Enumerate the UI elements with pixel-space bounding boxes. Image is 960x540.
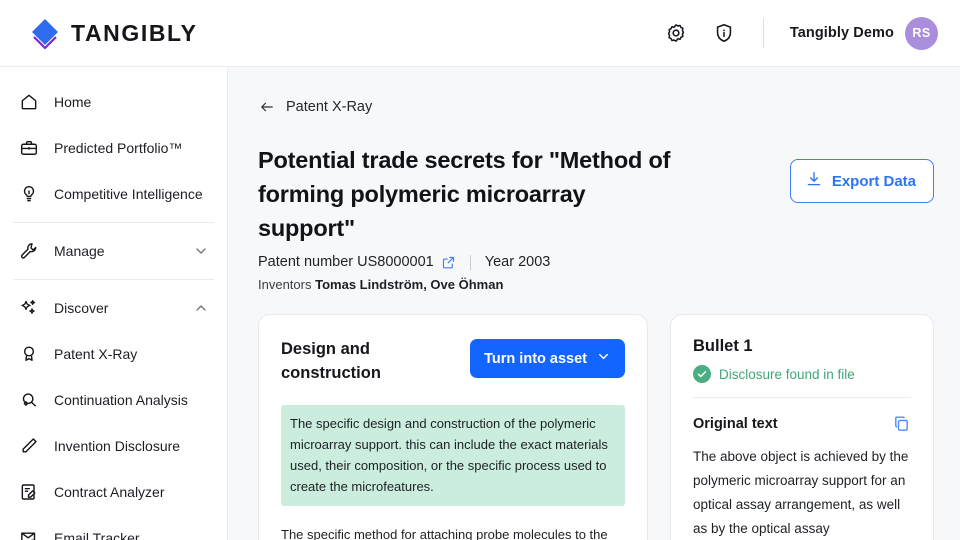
turn-into-asset-label: Turn into asset (484, 351, 587, 367)
sidebar-label: Patent X-Ray (54, 346, 137, 362)
sidebar-label: Manage (54, 243, 105, 259)
patent-year: Year 2003 (485, 254, 551, 270)
account-menu[interactable]: Tangibly Demo RS (790, 17, 938, 50)
next-trade-secret-text: The specific method for attaching probe … (281, 524, 625, 540)
gear-icon[interactable] (663, 20, 689, 46)
download-icon (805, 170, 823, 192)
disclosure-status: Disclosure found in file (693, 365, 911, 383)
check-circle-icon (693, 365, 711, 383)
award-icon (18, 344, 39, 365)
sidebar-item-invention-disclosure[interactable]: Invention Disclosure (0, 423, 227, 469)
disclosure-status-label: Disclosure found in file (719, 367, 855, 382)
inventors-row: Inventors Tomas Lindström, Ove Öhman (258, 277, 934, 292)
body: Home Predicted Portfolio™ (0, 67, 960, 540)
sidebar-label: Email Tracker (54, 530, 140, 540)
sidebar-label: Home (54, 94, 91, 110)
search-diamond-icon (18, 390, 39, 411)
card-divider (693, 397, 911, 398)
sidebar-label: Predicted Portfolio™ (54, 140, 182, 156)
page-title: Potential trade secrets for "Method of f… (258, 143, 678, 245)
copy-icon[interactable] (892, 414, 911, 433)
sidebar-item-patent-x-ray[interactable]: Patent X-Ray (0, 331, 227, 377)
export-data-button[interactable]: Export Data (790, 159, 934, 203)
sidebar-label: Contract Analyzer (54, 484, 165, 500)
trade-secret-card-header: Design and construction Turn into asset (281, 337, 625, 385)
pencil-icon (18, 436, 39, 457)
wrench-icon (18, 241, 39, 262)
briefcase-icon (18, 138, 39, 159)
patent-meta: Patent number US8000001 Year 2003 (258, 254, 934, 270)
sidebar-item-home[interactable]: Home (0, 79, 227, 125)
cards-row: Design and construction Turn into asset … (258, 314, 934, 540)
lightbulb-icon (18, 184, 39, 205)
sidebar-item-contract-analyzer[interactable]: Contract Analyzer (0, 469, 227, 515)
account-name: Tangibly Demo (790, 25, 894, 41)
trade-secret-title: Design and construction (281, 337, 431, 385)
inventors-names: Tomas Lindström, Ove Öhman (315, 277, 503, 292)
sidebar-label: Discover (54, 300, 108, 316)
sidebar-item-email-tracker[interactable]: Email Tracker (0, 515, 227, 540)
export-data-label: Export Data (832, 173, 916, 190)
breadcrumb: Patent X-Ray (258, 93, 934, 121)
sidebar-label: Invention Disclosure (54, 438, 180, 454)
brand-name: TANGIBLY (71, 20, 198, 47)
top-bar-divider (763, 18, 764, 48)
home-icon (18, 92, 39, 113)
sidebar: Home Predicted Portfolio™ (0, 67, 228, 540)
sidebar-item-continuation-analysis[interactable]: Continuation Analysis (0, 377, 227, 423)
top-bar: TANGIBLY Tangibly Demo RS (0, 0, 960, 67)
original-text-title: Original text (693, 416, 778, 432)
patent-number: Patent number US8000001 (258, 254, 434, 270)
sidebar-group-discover[interactable]: Discover (0, 285, 227, 331)
highlighted-trade-secret-text: The specific design and construction of … (281, 405, 625, 506)
sidebar-item-competitive-intelligence[interactable]: Competitive Intelligence (0, 171, 227, 217)
original-text-body: The above object is achieved by the poly… (693, 445, 911, 540)
avatar[interactable]: RS (905, 17, 938, 50)
breadcrumb-label: Patent X-Ray (286, 99, 372, 115)
sidebar-label: Continuation Analysis (54, 392, 188, 408)
top-bar-right: Tangibly Demo RS (663, 17, 938, 50)
brand-logo[interactable]: TANGIBLY (28, 16, 198, 50)
sidebar-group-manage[interactable]: Manage (0, 228, 227, 274)
turn-into-asset-button[interactable]: Turn into asset (470, 339, 625, 378)
contract-pen-icon (18, 482, 39, 503)
bullet-title: Bullet 1 (693, 337, 911, 356)
main-content: Patent X-Ray Export Data Potential trade… (228, 67, 960, 540)
sparkle-icon (18, 298, 39, 319)
sidebar-item-predicted-portfolio[interactable]: Predicted Portfolio™ (0, 125, 227, 171)
meta-divider (470, 255, 471, 270)
chevron-down-icon (596, 349, 611, 368)
original-text-header: Original text (693, 414, 911, 433)
arrow-left-icon[interactable] (258, 98, 280, 116)
diamond-logo-icon (28, 16, 62, 50)
chevron-up-icon (193, 300, 209, 316)
sidebar-divider (13, 279, 214, 280)
sidebar-divider (13, 222, 214, 223)
app-root: TANGIBLY Tangibly Demo RS (0, 0, 960, 540)
trade-secret-card: Design and construction Turn into asset … (258, 314, 648, 540)
inventors-label: Inventors (258, 277, 311, 292)
sidebar-label: Competitive Intelligence (54, 186, 203, 202)
bullet-detail-card: Bullet 1 Disclosure found in file Origin… (670, 314, 934, 540)
email-search-icon (18, 528, 39, 540)
shield-info-icon[interactable] (711, 20, 737, 46)
chevron-down-icon (193, 243, 209, 259)
external-link-icon[interactable] (441, 255, 456, 270)
